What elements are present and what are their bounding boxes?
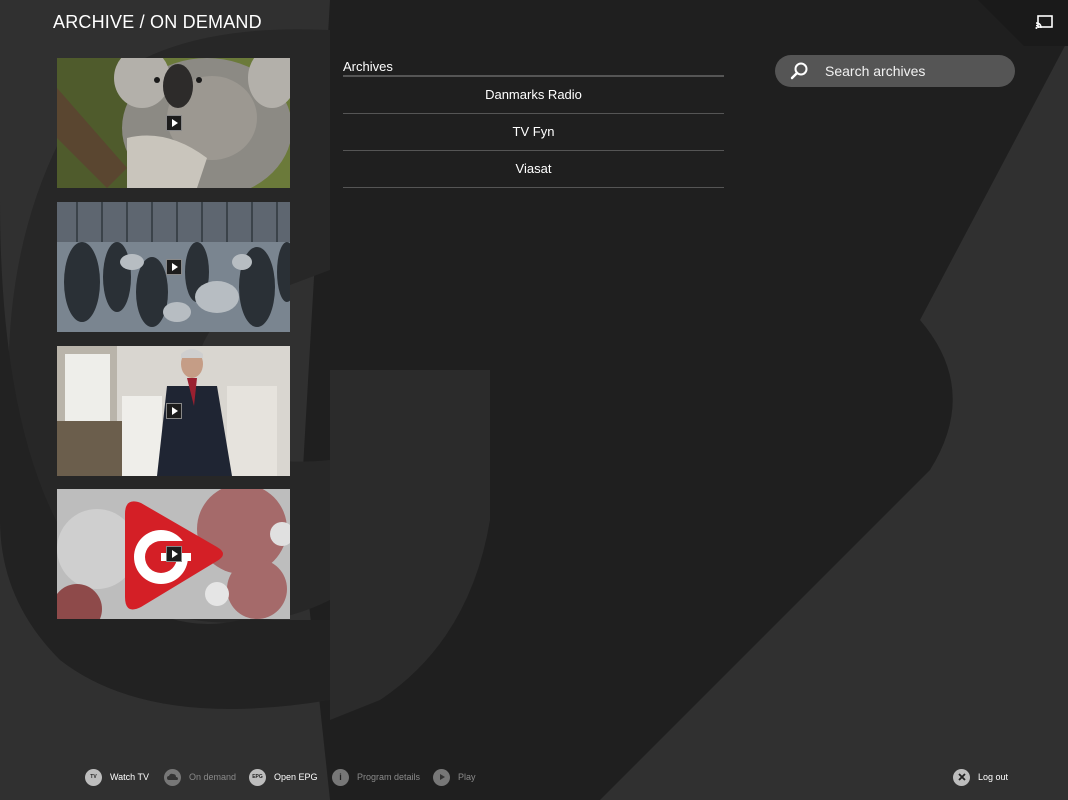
thumbnail-logo[interactable] <box>57 489 290 619</box>
footer-label: Open EPG <box>274 772 318 782</box>
tv-icon: TV <box>85 768 102 786</box>
search-input[interactable] <box>823 58 1007 84</box>
cast-icon <box>1035 15 1053 29</box>
footer-label: Log out <box>978 772 1009 782</box>
footer-label: Play <box>458 772 476 782</box>
footer-label: Program details <box>357 772 421 782</box>
play-icon <box>166 546 182 562</box>
search-icon <box>790 62 808 80</box>
thumbnail-koala[interactable] <box>57 58 290 188</box>
footer-watch-tv[interactable]: TV Watch TV <box>85 768 149 786</box>
epg-icon: EPG <box>249 768 266 786</box>
footer-on-demand[interactable]: On demand <box>164 768 236 786</box>
footer-program-details[interactable]: i Program details <box>332 768 420 786</box>
cast-button[interactable] <box>1034 14 1054 32</box>
header-corner-decoration <box>978 0 1068 46</box>
search-box[interactable] <box>775 55 1015 87</box>
footer-log-out[interactable]: Log out <box>953 768 1008 786</box>
archives-heading: Archives <box>343 59 393 74</box>
thumbnail-crowd[interactable] <box>57 202 290 332</box>
page-title: ARCHIVE / ON DEMAND <box>53 12 262 32</box>
footer-label: On demand <box>189 772 237 782</box>
archive-item-viasat[interactable]: Viasat <box>343 151 724 188</box>
archive-item-tv-fyn[interactable]: TV Fyn <box>343 114 724 151</box>
play-icon <box>166 259 182 275</box>
info-icon: i <box>332 768 349 786</box>
thumbnail-man-in-suit[interactable] <box>57 346 290 476</box>
cloud-icon <box>164 768 181 786</box>
footer-play[interactable]: Play <box>433 768 476 786</box>
play-circle-icon <box>433 768 450 786</box>
play-icon <box>166 115 182 131</box>
archive-item-danmarks-radio[interactable]: Danmarks Radio <box>343 77 724 114</box>
play-icon <box>166 403 182 419</box>
footer-open-epg[interactable]: EPG Open EPG <box>249 768 318 786</box>
close-icon <box>953 768 970 786</box>
footer-label: Watch TV <box>110 772 150 782</box>
